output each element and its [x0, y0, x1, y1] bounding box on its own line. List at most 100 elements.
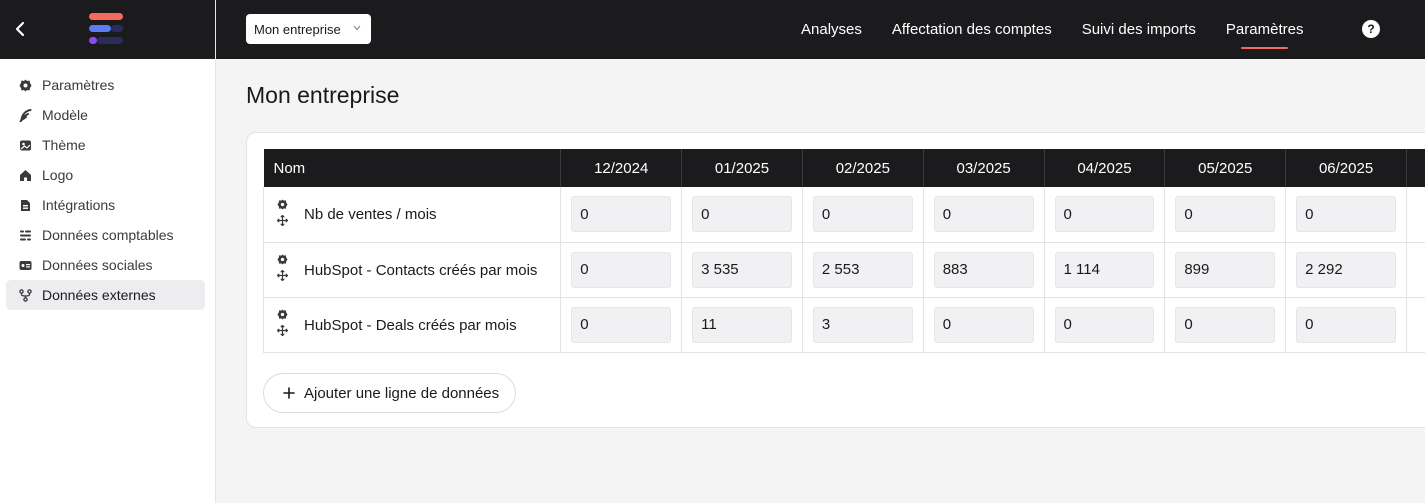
value-input[interactable]: 11 — [692, 306, 792, 343]
top-nav-item-2[interactable]: Suivi des imports — [1082, 0, 1196, 59]
gear-icon[interactable] — [276, 254, 288, 266]
list-icon — [19, 229, 32, 242]
value-cell: 0 — [1164, 187, 1287, 243]
drag-handle-icon[interactable] — [276, 214, 288, 226]
column-header-month: 05/2025 — [1164, 149, 1287, 187]
value-input[interactable]: 0 — [571, 196, 672, 233]
column-header-month: 06/2025 — [1285, 149, 1407, 187]
value-cell: 0 — [923, 297, 1045, 353]
help-icon[interactable]: ? — [1362, 20, 1380, 38]
overflow-cell — [1406, 297, 1425, 353]
sidebar-item-label: Données sociales — [42, 257, 153, 273]
value-cell: 0 — [1285, 297, 1407, 353]
value-cell: 899 — [1164, 242, 1287, 298]
back-button[interactable] — [10, 18, 30, 40]
table-row: HubSpot - Deals créés par mois 0 11 3 0 0 0 0 — [263, 297, 1425, 353]
sidebar-item-6[interactable]: Données sociales — [6, 250, 205, 280]
id-card-icon — [19, 259, 32, 272]
sidebar: Paramètres Modèle Thème Logo Intégrations Don… — [0, 0, 216, 503]
image-icon — [19, 139, 32, 152]
value-cell: 1 114 — [1044, 242, 1166, 298]
sidebar-item-5[interactable]: Données comptables — [6, 220, 205, 250]
sidebar-item-label: Paramètres — [42, 77, 115, 93]
value-input[interactable]: 0 — [1296, 196, 1396, 233]
table-row: Nb de ventes / mois 0 0 0 0 0 0 0 — [263, 187, 1425, 243]
company-select[interactable]: Mon entreprise — [246, 14, 371, 44]
top-nav-item-0[interactable]: Analyses — [801, 0, 862, 59]
value-cell: 2 292 — [1285, 242, 1407, 298]
value-cell: 0 — [1164, 297, 1287, 353]
value-input[interactable]: 2 553 — [812, 251, 913, 288]
sidebar-item-0[interactable]: Paramètres — [6, 70, 205, 100]
value-cell: 0 — [802, 187, 924, 243]
value-cell: 11 — [681, 297, 803, 353]
value-input[interactable]: 0 — [933, 196, 1034, 233]
value-input[interactable]: 0 — [812, 196, 913, 233]
chevron-down-icon — [353, 25, 361, 31]
app-logo[interactable] — [89, 13, 125, 47]
sidebar-item-2[interactable]: Thème — [6, 130, 205, 160]
value-input[interactable]: 3 535 — [692, 251, 792, 288]
home-icon — [19, 169, 32, 182]
column-header-month: 02/2025 — [802, 149, 924, 187]
sidebar-item-label: Données comptables — [42, 227, 174, 243]
sidebar-item-4[interactable]: Intégrations — [6, 190, 205, 220]
sidebar-item-label: Logo — [42, 167, 74, 183]
sidebar-item-label: Thème — [42, 137, 86, 153]
value-cell: 0 — [560, 242, 683, 298]
row-name-cell: Nb de ventes / mois — [263, 187, 562, 243]
row-name-cell: HubSpot - Contacts créés par mois — [263, 242, 562, 298]
value-input[interactable]: 0 — [1054, 196, 1155, 233]
table-scroll[interactable]: Nom 12/2024 01/2025 02/2025 03/2025 04/2025 0… — [263, 149, 1425, 354]
value-input[interactable]: 899 — [1175, 251, 1276, 288]
overflow-cell — [1406, 187, 1425, 243]
value-input[interactable]: 883 — [933, 251, 1034, 288]
sidebar-item-label: Intégrations — [42, 197, 116, 213]
row-name-label: Nb de ventes / mois — [304, 206, 437, 223]
external-data-table: Nom 12/2024 01/2025 02/2025 03/2025 04/2025 0… — [263, 149, 1425, 353]
value-input[interactable]: 0 — [692, 196, 792, 233]
sidebar-item-3[interactable]: Logo — [6, 160, 205, 190]
page-title: Mon entreprise — [246, 82, 400, 108]
value-input[interactable]: 1 114 — [1054, 251, 1155, 288]
gear-icon[interactable] — [276, 309, 288, 321]
gear-icon[interactable] — [276, 198, 288, 210]
value-cell: 0 — [681, 187, 803, 243]
top-nav-item-1[interactable]: Affectation des comptes — [892, 0, 1052, 59]
top-nav-item-3[interactable]: Paramètres — [1226, 0, 1303, 59]
value-input[interactable]: 0 — [1175, 196, 1276, 233]
sidebar-nav: Paramètres Modèle Thème Logo Intégrations Don… — [0, 59, 215, 310]
column-header-month: 12/2024 — [560, 149, 683, 187]
add-data-row-button[interactable]: Ajouter une ligne de données — [263, 373, 517, 413]
chevron-left-icon — [15, 21, 25, 37]
plus-icon — [283, 387, 295, 399]
value-cell: 3 — [802, 297, 924, 353]
column-header-month: 03/2025 — [923, 149, 1045, 187]
drag-handle-icon[interactable] — [276, 325, 288, 337]
sidebar-item-1[interactable]: Modèle — [6, 100, 205, 130]
feather-icon — [19, 108, 32, 122]
gear-icon — [19, 79, 32, 92]
value-cell: 2 553 — [802, 242, 924, 298]
value-input[interactable]: 2 292 — [1296, 251, 1396, 288]
value-cell: 0 — [560, 187, 683, 243]
add-data-row-label: Ajouter une ligne de données — [304, 384, 500, 402]
value-cell: 0 — [1044, 297, 1166, 353]
value-input[interactable]: 0 — [1296, 306, 1396, 343]
value-input[interactable]: 3 — [812, 306, 913, 343]
value-cell: 0 — [1285, 187, 1407, 243]
column-header-month: 01/2025 — [681, 149, 803, 187]
sidebar-item-label: Données externes — [42, 287, 156, 303]
column-header-overflow — [1406, 149, 1425, 187]
drag-handle-icon[interactable] — [276, 270, 288, 282]
value-input[interactable]: 0 — [571, 306, 672, 343]
value-input[interactable]: 0 — [1175, 306, 1276, 343]
value-input[interactable]: 0 — [571, 251, 672, 288]
sidebar-item-7[interactable]: Données externes — [6, 280, 205, 310]
value-cell: 0 — [1044, 187, 1166, 243]
value-input[interactable]: 0 — [1054, 306, 1155, 343]
value-cell: 0 — [560, 297, 683, 353]
value-input[interactable]: 0 — [933, 306, 1034, 343]
value-cell: 0 — [923, 187, 1045, 243]
row-name-label: HubSpot - Contacts créés par mois — [304, 261, 538, 279]
